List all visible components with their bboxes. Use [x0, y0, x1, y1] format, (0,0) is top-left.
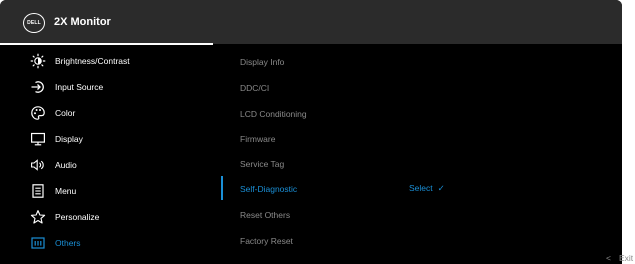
osd-footer	[0, 256, 622, 264]
sidebar-item-label: Menu	[55, 186, 77, 196]
sidebar-item-menu[interactable]: Menu	[0, 181, 213, 203]
sidebar-item-label: Display	[55, 134, 83, 144]
sidebar-item-brightness-contrast[interactable]: Brightness/Contrast	[0, 51, 213, 73]
sidebar-item-label: Others	[55, 238, 81, 248]
monitor-osd-menu: DELL 2X Monitor Brightness/Contrast Inpu…	[0, 0, 622, 264]
submenu-item-reset-others[interactable]: Reset Others	[240, 209, 290, 221]
menu-list-icon	[30, 183, 46, 199]
sidebar-item-personalize[interactable]: Personalize	[0, 207, 213, 229]
others-info-icon	[30, 235, 46, 251]
exit-label: Exit	[618, 253, 634, 263]
submenu-item-service-tag[interactable]: Service Tag	[240, 158, 284, 170]
brightness-icon	[30, 53, 46, 69]
sidebar-item-label: Brightness/Contrast	[55, 56, 130, 66]
star-icon	[30, 209, 46, 225]
dell-logo: DELL	[23, 13, 45, 33]
monitor-title: 2X Monitor	[54, 16, 111, 28]
exit-button[interactable]: < Exit	[606, 252, 633, 264]
select-button[interactable]: Select ✓	[409, 182, 445, 194]
display-monitor-icon	[30, 131, 46, 147]
submenu-item-factory-reset[interactable]: Factory Reset	[240, 235, 293, 247]
selection-indicator	[221, 176, 223, 200]
chevron-left-icon: <	[606, 253, 611, 263]
speaker-icon	[30, 157, 46, 173]
sidebar-item-audio[interactable]: Audio	[0, 155, 213, 177]
checkmark-icon: ✓	[437, 183, 445, 193]
sidebar-item-label: Audio	[55, 160, 77, 170]
sidebar-item-label: Input Source	[55, 82, 104, 92]
sidebar-item-input-source[interactable]: Input Source	[0, 77, 213, 99]
osd-header: DELL 2X Monitor	[0, 0, 622, 44]
input-source-icon	[30, 79, 46, 95]
submenu-item-ddc-ci[interactable]: DDC/CI	[240, 82, 269, 94]
sidebar-item-label: Color	[55, 108, 76, 118]
select-label: Select	[409, 183, 433, 193]
header-underline	[0, 43, 213, 45]
submenu-item-lcd-conditioning[interactable]: LCD Conditioning	[240, 108, 307, 120]
submenu-item-display-info[interactable]: Display Info	[240, 56, 284, 68]
sidebar-item-others[interactable]: Others	[0, 233, 213, 255]
sidebar-item-display[interactable]: Display	[0, 129, 213, 151]
sidebar-item-color[interactable]: Color	[0, 103, 213, 125]
sidebar-menu: Brightness/Contrast Input Source Color D…	[0, 51, 213, 256]
sidebar-item-label: Personalize	[55, 212, 100, 222]
color-palette-icon	[30, 105, 46, 121]
submenu-item-self-diagnostic[interactable]: Self-Diagnostic	[240, 183, 297, 195]
submenu-item-firmware[interactable]: Firmware	[240, 133, 275, 145]
